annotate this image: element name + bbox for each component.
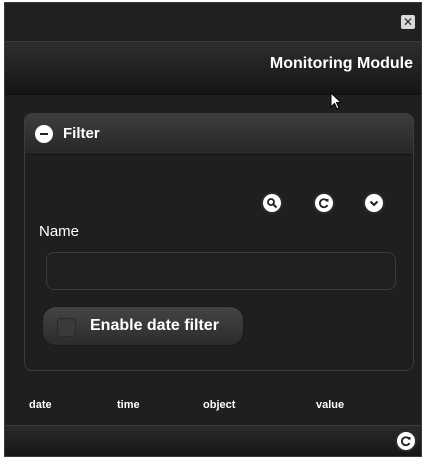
monitoring-window: ✕ Monitoring Module Filter Name Enable d… (4, 2, 422, 457)
column-header-date[interactable]: date (29, 399, 52, 411)
footer-bar (5, 425, 421, 456)
filter-header[interactable]: Filter (25, 114, 413, 155)
column-header-time[interactable]: time (117, 399, 140, 411)
enable-date-filter-label: Enable date filter (90, 317, 219, 334)
column-header-object[interactable]: object (203, 399, 235, 411)
module-header: Monitoring Module (5, 41, 421, 95)
filter-panel: Filter Name Enable date filter (24, 113, 414, 371)
titlebar: ✕ (5, 3, 421, 41)
column-header-value[interactable]: value (316, 399, 344, 411)
name-input[interactable] (46, 252, 396, 290)
filter-header-label: Filter (63, 125, 100, 142)
search-icon[interactable] (263, 194, 281, 212)
enable-date-filter-toggle[interactable]: Enable date filter (42, 306, 244, 346)
footer-refresh-icon[interactable] (397, 432, 415, 450)
date-filter-checkbox[interactable] (57, 318, 76, 337)
module-title: Monitoring Module (269, 55, 413, 72)
name-label: Name (39, 223, 80, 240)
close-icon[interactable]: ✕ (401, 15, 415, 29)
mouse-cursor-icon (330, 92, 343, 110)
chevron-down-icon[interactable] (365, 194, 383, 212)
refresh-icon[interactable] (315, 194, 333, 212)
table-header: date time object value (5, 391, 421, 421)
minus-circle-icon[interactable] (35, 125, 53, 143)
